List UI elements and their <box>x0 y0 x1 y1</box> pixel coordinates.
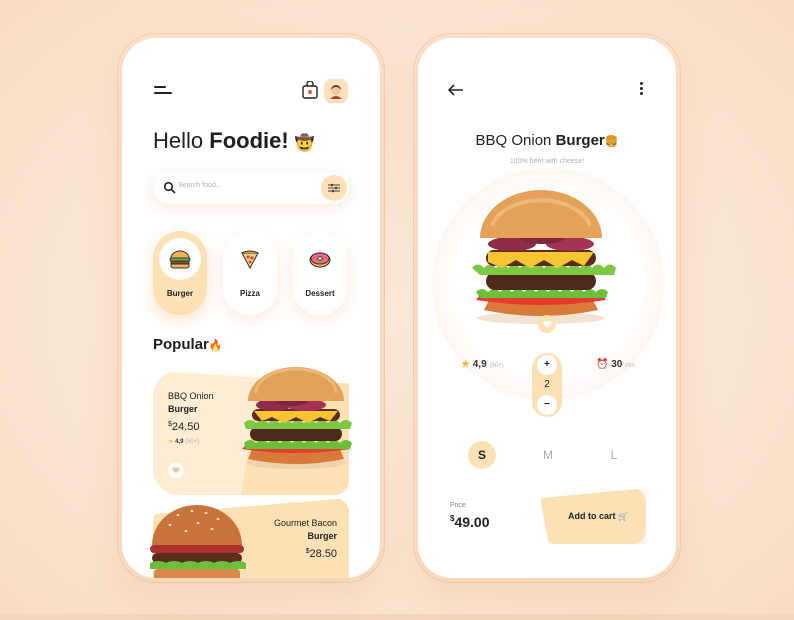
food-card-rating: ★ 4,9 (50+) <box>168 439 200 445</box>
food-card-price: $24.50 <box>168 421 200 433</box>
cart-icon: 🛒 <box>618 512 628 521</box>
category-burger[interactable]: Burger <box>153 231 207 315</box>
size-option-m[interactable]: M <box>534 441 562 469</box>
gourmet-bacon-burger-image <box>150 505 246 578</box>
price-label: Price <box>450 502 466 509</box>
product-subtitle: 100% beef with cheese! <box>509 158 585 165</box>
phone-detail-screen: BBQ Onion Burger🍔 100% beef with cheese!… <box>418 38 676 578</box>
category-label: Burger <box>166 289 194 298</box>
burger-icon <box>169 250 191 269</box>
phone-home-screen: Hello Foodie! 🤠 Search food... Burger Pi… <box>122 38 380 578</box>
search-placeholder[interactable]: Search food... <box>178 182 222 189</box>
size-option-s[interactable]: S <box>468 441 496 469</box>
search-icon <box>163 181 176 194</box>
more-options-icon[interactable] <box>640 82 644 96</box>
star-icon: ★ <box>168 439 174 445</box>
heart-icon <box>543 320 551 328</box>
menu-icon[interactable] <box>154 86 172 96</box>
filter-icon <box>328 183 340 193</box>
alarm-clock-icon: ⏰ <box>596 359 609 370</box>
price-value: $49.00 <box>450 514 490 530</box>
category-label: Pizza <box>239 289 260 298</box>
back-arrow-icon[interactable] <box>448 84 464 96</box>
quantity-value: 2 <box>544 379 550 390</box>
prep-time: ⏰ 30 min <box>596 359 635 370</box>
section-title-popular: Popular🔥 <box>153 336 223 353</box>
search-bar[interactable]: Search food... <box>153 172 349 204</box>
food-card-name: Gourmet Bacon Burger <box>273 518 337 541</box>
favorite-button[interactable] <box>168 462 184 478</box>
decrease-quantity-button[interactable]: − <box>537 395 557 415</box>
greeting-heading: Hello Foodie! 🤠 <box>153 128 315 153</box>
category-label: Dessert <box>305 289 335 298</box>
increase-quantity-button[interactable]: + <box>537 355 557 375</box>
product-burger-image <box>472 190 616 324</box>
shopping-bag-icon[interactable] <box>302 81 318 99</box>
avatar[interactable] <box>324 79 348 103</box>
food-card-name: BBQ Onion Burger <box>168 391 214 414</box>
star-icon: ★ <box>461 359 470 370</box>
size-option-l[interactable]: L <box>600 441 628 469</box>
category-pizza[interactable]: Pizza <box>223 231 277 315</box>
product-rating: ★ 4,9 (50+) <box>461 359 504 370</box>
favorite-button[interactable] <box>538 315 556 333</box>
heart-icon <box>172 467 180 474</box>
filter-button[interactable] <box>321 175 347 201</box>
donut-icon <box>309 252 331 268</box>
fire-emoji-icon: 🔥 <box>208 340 223 352</box>
product-title: BBQ Onion Burger🍔 <box>475 132 619 149</box>
quantity-stepper: + 2 − <box>532 353 562 417</box>
pizza-icon <box>241 250 259 270</box>
add-to-cart-label[interactable]: Add to cart 🛒 <box>568 511 628 521</box>
chef-emoji-icon: 🤠 <box>294 135 315 152</box>
bottom-band <box>0 614 794 620</box>
food-card-price: $28.50 <box>305 548 337 560</box>
user-avatar-icon <box>330 85 342 99</box>
bbq-onion-burger-image <box>242 367 352 469</box>
category-dessert[interactable]: Dessert <box>293 231 347 315</box>
burger-emoji-icon: 🍔 <box>604 136 619 148</box>
